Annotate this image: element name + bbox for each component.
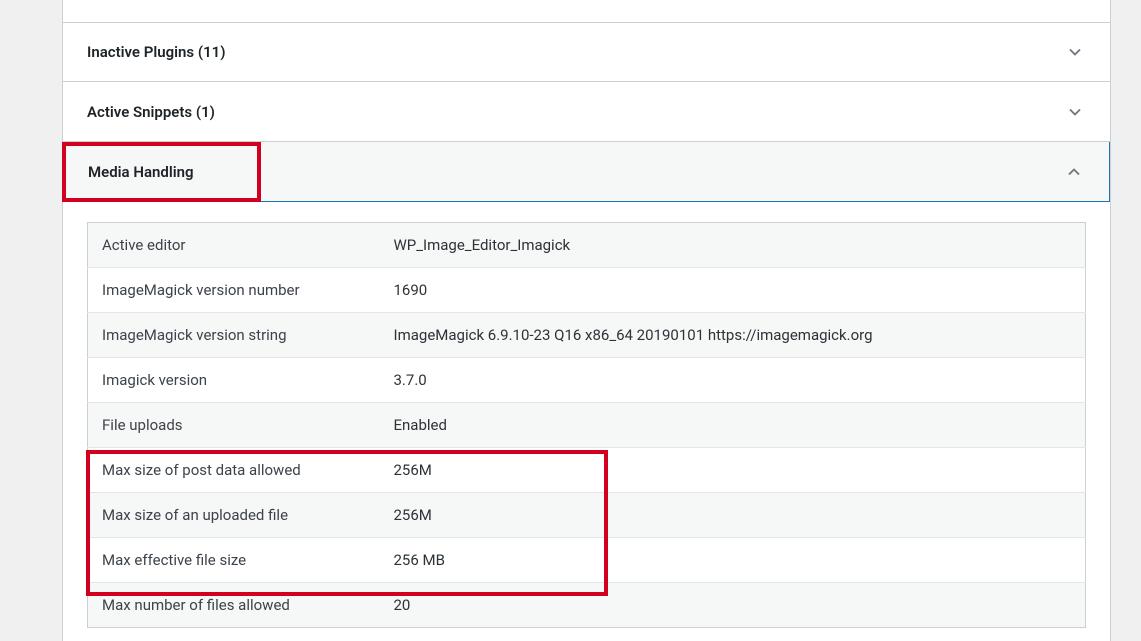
row-label: ImageMagick version number: [88, 268, 380, 313]
table-row: Max number of files allowed20: [88, 583, 1086, 628]
section-count: (11): [198, 43, 226, 61]
row-value: 1690: [380, 268, 1086, 313]
row-value: ImageMagick 6.9.10-23 Q16 x86_64 2019010…: [380, 313, 1086, 358]
table-row: Max effective file size256 MB: [88, 538, 1086, 583]
table-row: ImageMagick version number1690: [88, 268, 1086, 313]
media-handling-body: Active editorWP_Image_Editor_ImagickImag…: [63, 202, 1110, 636]
row-value: 256M: [380, 493, 1086, 538]
row-value: 3.7.0: [380, 358, 1086, 403]
table-row: File uploadsEnabled: [88, 403, 1086, 448]
site-health-panel: Inactive Plugins (11) Active Snippets (1…: [62, 0, 1111, 641]
row-label: Active editor: [88, 223, 380, 268]
prev-section-sliver: [63, 0, 1110, 22]
row-value: 20: [380, 583, 1086, 628]
section-count: (1): [196, 103, 215, 121]
row-label: Imagick version: [88, 358, 380, 403]
row-label: Max size of post data allowed: [88, 448, 380, 493]
table-row: ImageMagick version stringImageMagick 6.…: [88, 313, 1086, 358]
chevron-up-icon: [1063, 161, 1085, 183]
table-row: Max size of an uploaded file256M: [88, 493, 1086, 538]
table-row: Imagick version3.7.0: [88, 358, 1086, 403]
section-title: Inactive Plugins (11): [87, 43, 226, 61]
section-title: Active Snippets (1): [87, 103, 215, 121]
section-media-handling[interactable]: Media Handling: [63, 142, 1110, 202]
row-value: 256 MB: [380, 538, 1086, 583]
accordion: Inactive Plugins (11) Active Snippets (1…: [63, 22, 1110, 636]
section-label: Inactive Plugins: [87, 43, 194, 61]
row-value: WP_Image_Editor_Imagick: [380, 223, 1086, 268]
row-value: Enabled: [380, 403, 1086, 448]
section-inactive-plugins[interactable]: Inactive Plugins (11): [63, 22, 1110, 82]
table-row: Active editorWP_Image_Editor_Imagick: [88, 223, 1086, 268]
row-label: Max effective file size: [88, 538, 380, 583]
section-label: Active Snippets: [87, 103, 192, 121]
row-label: ImageMagick version string: [88, 313, 380, 358]
chevron-down-icon: [1064, 101, 1086, 123]
section-title: Media Handling: [88, 163, 194, 181]
table-row: Max size of post data allowed256M: [88, 448, 1086, 493]
row-label: Max size of an uploaded file: [88, 493, 380, 538]
section-active-snippets[interactable]: Active Snippets (1): [63, 82, 1110, 142]
section-label: Media Handling: [88, 163, 194, 181]
chevron-down-icon: [1064, 41, 1086, 63]
media-handling-table: Active editorWP_Image_Editor_ImagickImag…: [87, 222, 1086, 628]
row-value: 256M: [380, 448, 1086, 493]
row-label: Max number of files allowed: [88, 583, 380, 628]
row-label: File uploads: [88, 403, 380, 448]
